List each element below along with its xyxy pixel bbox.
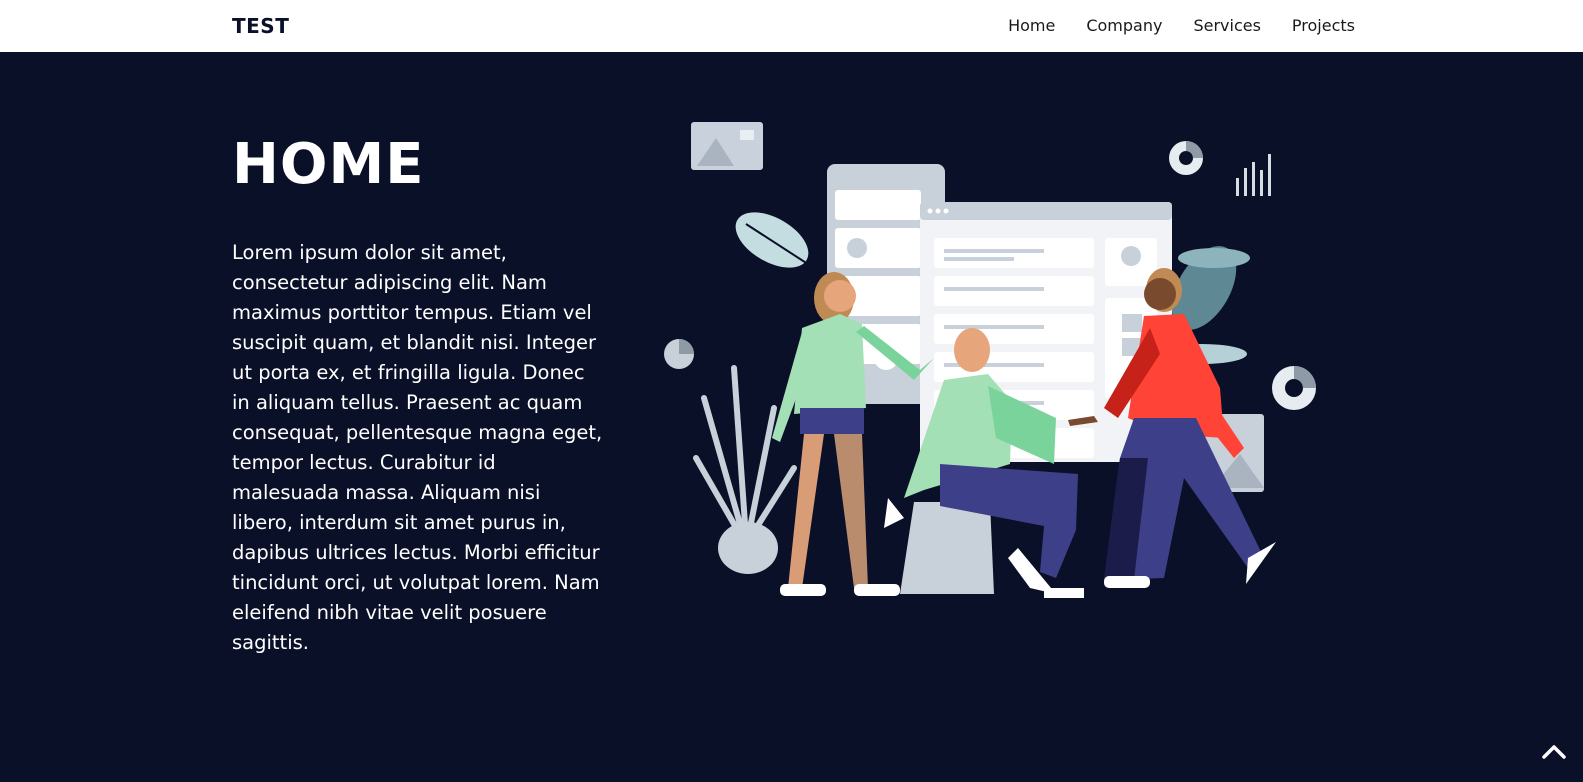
nav-link-company[interactable]: Company	[1086, 16, 1162, 35]
site-logo[interactable]: TEST	[232, 14, 289, 38]
nav-link-projects[interactable]: Projects	[1292, 16, 1355, 35]
hero-section: HOME Lorem ipsum dolor sit amet, consect…	[0, 52, 1583, 782]
scroll-to-top-button[interactable]	[1539, 736, 1569, 766]
potted-plant	[693, 365, 797, 574]
nav-link-home[interactable]: Home	[1008, 16, 1055, 35]
page-title: HOME	[232, 132, 425, 197]
navbar: TEST Home Company Services Projects	[0, 0, 1583, 52]
small-donut-icon	[664, 339, 694, 369]
chevron-up-icon	[1542, 745, 1566, 759]
hero-paragraph: Lorem ipsum dolor sit amet, consectetur …	[232, 241, 603, 654]
team-illustration	[664, 122, 1316, 598]
donut-chart-right-icon	[1272, 366, 1316, 410]
bar-chart-icon	[1236, 154, 1271, 196]
image-placeholder-icon	[691, 122, 763, 170]
nav-menu: Home Company Services Projects	[1008, 16, 1355, 35]
donut-chart-icon	[1169, 141, 1203, 175]
nav-link-services[interactable]: Services	[1193, 16, 1260, 35]
